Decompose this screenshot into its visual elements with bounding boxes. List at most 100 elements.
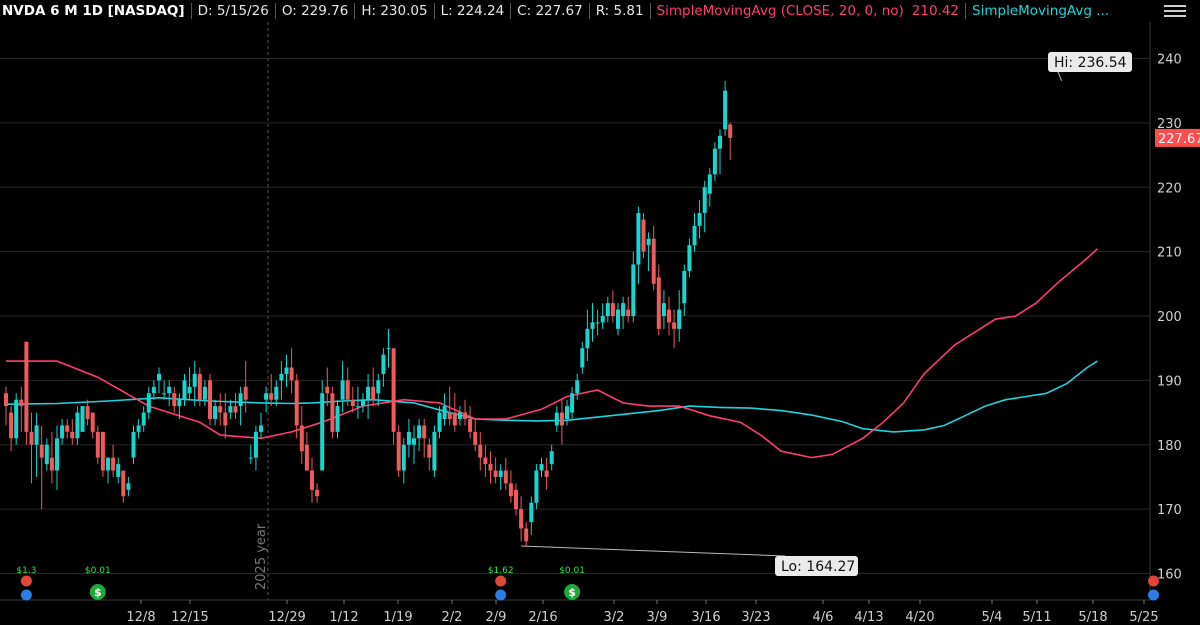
candle[interactable]	[208, 373, 212, 426]
candle[interactable]	[575, 373, 580, 400]
candle[interactable]	[340, 361, 345, 413]
earnings-marker[interactable]: $1.62	[488, 566, 514, 601]
candle[interactable]	[162, 380, 167, 400]
candle[interactable]	[381, 348, 386, 387]
candle[interactable]	[391, 348, 396, 445]
candle[interactable]	[167, 380, 172, 407]
candle[interactable]	[626, 296, 631, 323]
candle[interactable]	[718, 129, 722, 175]
sma20-study-label[interactable]: SimpleMovingAvg (CLOSE, 20, 0, no)	[649, 3, 908, 19]
candle[interactable]	[202, 380, 207, 407]
candle[interactable]	[539, 457, 544, 477]
candle[interactable]	[422, 419, 427, 458]
candle[interactable]	[376, 373, 381, 407]
candle[interactable]	[712, 142, 717, 181]
candle[interactable]	[29, 412, 34, 484]
candle[interactable]	[274, 380, 279, 407]
candle[interactable]	[75, 406, 80, 445]
candle[interactable]	[595, 309, 600, 336]
candle[interactable]	[610, 290, 615, 323]
candle[interactable]	[95, 425, 100, 465]
candle[interactable]	[294, 373, 299, 439]
candle[interactable]	[386, 328, 391, 368]
candle[interactable]	[483, 444, 488, 477]
candle[interactable]	[554, 406, 559, 432]
candle[interactable]	[570, 386, 575, 419]
candle[interactable]	[131, 425, 136, 465]
candle[interactable]	[172, 386, 177, 413]
earnings-marker[interactable]: $1.3	[16, 566, 36, 601]
candle[interactable]	[121, 470, 126, 503]
candle[interactable]	[682, 264, 687, 317]
candle[interactable]	[406, 419, 411, 458]
candle[interactable]	[396, 425, 401, 477]
candle[interactable]	[238, 386, 243, 426]
candle[interactable]	[631, 251, 636, 323]
candle[interactable]	[605, 296, 610, 323]
candle[interactable]	[213, 399, 218, 426]
candle[interactable]	[100, 431, 105, 477]
candle[interactable]	[473, 419, 478, 452]
candle[interactable]	[427, 438, 432, 471]
candle[interactable]	[44, 438, 49, 471]
dividend-marker[interactable]: $0.01 $	[559, 566, 585, 600]
candle[interactable]	[65, 419, 70, 439]
candle[interactable]	[151, 380, 156, 400]
candle[interactable]	[269, 373, 274, 407]
candle[interactable]	[248, 444, 253, 465]
candle[interactable]	[116, 457, 121, 484]
hamburger-menu-icon[interactable]	[1164, 2, 1186, 18]
candle[interactable]	[687, 238, 692, 278]
candle[interactable]	[702, 180, 707, 233]
candle[interactable]	[289, 348, 294, 394]
candle[interactable]	[585, 309, 590, 362]
candle[interactable]	[697, 200, 702, 239]
candle[interactable]	[549, 444, 554, 471]
candle[interactable]	[723, 80, 728, 136]
candle[interactable]	[677, 290, 682, 342]
candle[interactable]	[498, 464, 503, 490]
candle[interactable]	[432, 425, 437, 477]
candle[interactable]	[692, 213, 697, 252]
event-markers[interactable]: $1.3 $0.01 $ $1.62 $0.01 $	[16, 566, 1159, 601]
candle[interactable]	[529, 496, 534, 535]
dividend-marker[interactable]: $0.01 $	[85, 566, 111, 600]
candle[interactable]	[315, 483, 320, 503]
candle[interactable]	[672, 309, 677, 349]
candle[interactable]	[468, 406, 473, 439]
candle[interactable]	[243, 361, 248, 413]
candle[interactable]	[14, 393, 19, 445]
candle[interactable]	[106, 457, 110, 484]
candle[interactable]	[350, 386, 355, 413]
sma50-study-label[interactable]: SimpleMovingAvg ...	[965, 3, 1115, 19]
candle[interactable]	[223, 393, 228, 439]
candle[interactable]	[34, 412, 39, 477]
candle[interactable]	[320, 380, 325, 471]
candle[interactable]	[493, 457, 498, 484]
candle[interactable]	[412, 425, 416, 465]
candle[interactable]	[667, 296, 671, 336]
candle[interactable]	[565, 399, 569, 426]
candle[interactable]	[355, 386, 360, 419]
candle[interactable]	[590, 303, 595, 342]
candle[interactable]	[111, 444, 116, 477]
candle[interactable]	[616, 303, 620, 336]
candle[interactable]	[728, 122, 733, 160]
candle[interactable]	[90, 412, 95, 439]
candle[interactable]	[325, 367, 330, 407]
candle[interactable]	[463, 399, 467, 426]
candle[interactable]	[519, 496, 524, 542]
candle[interactable]	[488, 451, 493, 484]
candle[interactable]	[524, 522, 529, 547]
candle[interactable]	[141, 406, 146, 432]
candle[interactable]	[126, 476, 131, 497]
candle[interactable]	[508, 470, 513, 503]
candle[interactable]	[187, 367, 192, 400]
candle[interactable]	[478, 431, 483, 471]
candle[interactable]	[136, 419, 141, 439]
candle[interactable]	[24, 341, 29, 445]
candle[interactable]	[457, 406, 462, 426]
candle[interactable]	[544, 457, 549, 490]
candle[interactable]	[253, 425, 258, 471]
symbol-label[interactable]: NVDA 6 M 1D [NASDAQ]	[0, 3, 191, 19]
